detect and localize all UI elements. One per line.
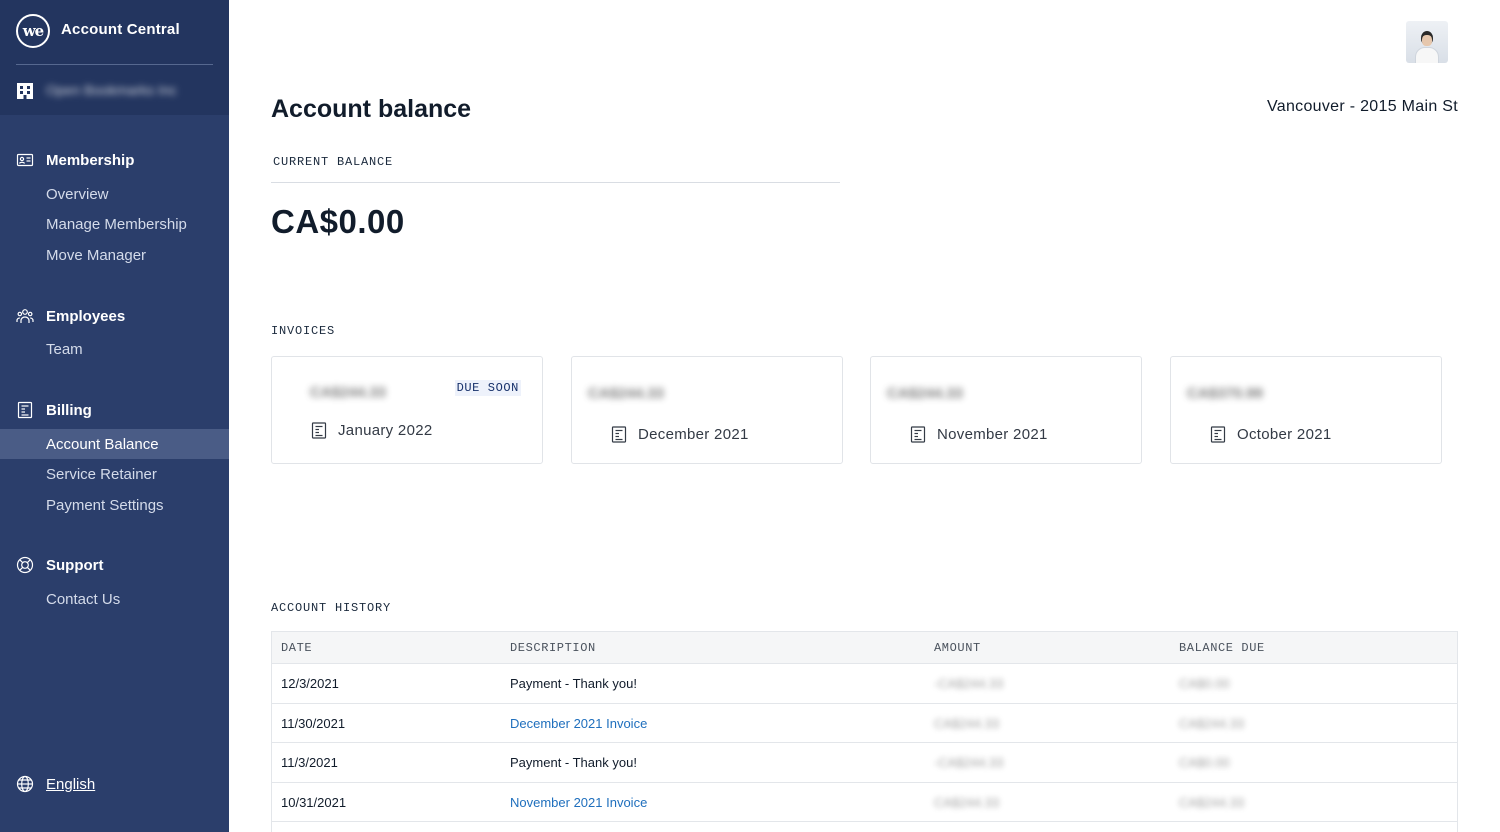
sidebar-item-account-balance[interactable]: Account Balance [0, 429, 229, 459]
building-icon [17, 83, 33, 99]
row-amount: -CA$244.33 [934, 755, 1004, 770]
invoice-card[interactable]: CA$244.33 November 2021 [870, 356, 1142, 464]
people-icon [16, 309, 34, 323]
invoice-icon [17, 401, 33, 419]
row-description: Payment - Thank you! [510, 755, 637, 770]
invoice-link[interactable]: December 2021 Invoice [510, 716, 647, 731]
globe-icon [16, 775, 34, 793]
invoice-date: November 2021 [937, 426, 1048, 443]
current-balance-label: CURRENT BALANCE [273, 155, 394, 169]
row-amount: CA$244.33 [934, 794, 1000, 810]
current-balance-amount: CA$0.00 [271, 203, 405, 240]
invoice-amount: CA$244.33 [887, 385, 963, 402]
due-soon-badge: DUE SOON [454, 380, 521, 396]
language-link[interactable]: English [46, 776, 95, 793]
invoice-card[interactable]: CA$244.33 December 2021 [571, 356, 843, 464]
invoice-amount: CA$370.99 [1187, 385, 1263, 402]
nav-section-support[interactable]: Support [16, 554, 104, 576]
invoice-date-row: November 2021 [910, 426, 1048, 443]
invoice-date-row: December 2021 [611, 426, 749, 443]
row-balance-due: CA$0.00 [1179, 755, 1230, 770]
membership-card-icon [16, 153, 34, 167]
row-date: 10/31/2021 [281, 794, 347, 810]
nav-section-label: Billing [46, 401, 92, 419]
table-row [272, 822, 1457, 832]
sidebar-item-move-manager[interactable]: Move Manager [0, 240, 229, 270]
location-label[interactable]: Vancouver - 2015 Main St [1267, 98, 1458, 116]
company-name[interactable]: Open Bookmarks Inc [46, 82, 177, 98]
column-header-description[interactable]: DESCRIPTION [510, 641, 596, 655]
sidebar-item-overview[interactable]: Overview [0, 179, 229, 209]
invoice-date: January 2022 [338, 422, 433, 439]
avatar-body [1415, 47, 1439, 63]
row-balance-due: CA$0.00 [1179, 676, 1230, 691]
sidebar-header: we Account Central Open Bookmarks Inc [0, 0, 229, 115]
table-row: 11/3/2021 Payment - Thank you! -CA$244.3… [272, 743, 1457, 783]
invoice-icon [611, 426, 627, 443]
sidebar-item-service-retainer[interactable]: Service Retainer [0, 459, 229, 489]
invoice-icon [311, 422, 327, 439]
row-date: 12/3/2021 [281, 676, 339, 691]
page-title: Account balance [271, 95, 472, 123]
account-history-table: DATE DESCRIPTION AMOUNT BALANCE DUE 12/3… [271, 631, 1458, 832]
account-history-label: ACCOUNT HISTORY [271, 601, 392, 615]
invoice-link[interactable]: November 2021 Invoice [510, 795, 647, 810]
avatar-face [1422, 35, 1432, 46]
invoice-amount: CA$244.33 [310, 384, 386, 401]
sidebar-item-payment-settings[interactable]: Payment Settings [0, 490, 229, 520]
column-header-amount[interactable]: AMOUNT [934, 641, 981, 655]
invoice-card[interactable]: CA$244.33 DUE SOON January 2022 [271, 356, 543, 464]
invoice-icon [1210, 426, 1226, 443]
invoices-label: INVOICES [271, 324, 336, 338]
row-description: Payment - Thank you! [510, 676, 637, 691]
row-balance-due: CA$244.33 [1179, 715, 1245, 731]
sidebar-item-contact-us[interactable]: Contact Us [0, 584, 229, 614]
invoice-date-row: January 2022 [311, 422, 433, 439]
wework-logo[interactable]: we [16, 14, 50, 48]
column-header-date[interactable]: DATE [281, 641, 312, 655]
invoice-date: October 2021 [1237, 426, 1332, 443]
table-header: DATE DESCRIPTION AMOUNT BALANCE DUE [272, 632, 1457, 664]
app-title: Account Central [61, 21, 180, 38]
row-amount: -CA$244.33 [934, 676, 1004, 691]
nav-section-label: Support [46, 556, 104, 574]
sidebar-item-team[interactable]: Team [0, 334, 229, 364]
table-row: 12/3/2021 Payment - Thank you! -CA$244.3… [272, 664, 1457, 704]
user-avatar[interactable] [1406, 21, 1448, 63]
invoice-amount: CA$244.33 [588, 385, 664, 402]
balance-divider [271, 182, 840, 183]
row-date: 11/30/2021 [281, 715, 346, 731]
nav-section-employees[interactable]: Employees [16, 305, 125, 327]
nav-section-label: Membership [46, 151, 135, 169]
nav-section-membership[interactable]: Membership [16, 149, 134, 171]
invoice-card[interactable]: CA$370.99 October 2021 [1170, 356, 1442, 464]
sidebar: we Account Central Open Bookmarks Inc Me… [0, 0, 229, 832]
row-balance-due: CA$244.33 [1179, 794, 1245, 810]
invoice-date: December 2021 [638, 426, 749, 443]
nav-section-billing[interactable]: Billing [16, 399, 92, 421]
invoice-icon [910, 426, 926, 443]
row-date: 11/3/2021 [281, 755, 338, 770]
table-row: 10/31/2021 November 2021 Invoice CA$244.… [272, 783, 1457, 822]
invoice-date-row: October 2021 [1210, 426, 1332, 443]
column-header-balance-due[interactable]: BALANCE DUE [1179, 641, 1265, 655]
language-selector[interactable]: English [16, 775, 95, 793]
lifebuoy-icon [16, 556, 34, 574]
nav-section-label: Employees [46, 307, 126, 325]
sidebar-item-manage-membership[interactable]: Manage Membership [0, 209, 229, 239]
row-amount: CA$244.33 [934, 715, 1000, 731]
table-row: 11/30/2021 December 2021 Invoice CA$244.… [272, 704, 1457, 743]
sidebar-divider [16, 64, 213, 65]
